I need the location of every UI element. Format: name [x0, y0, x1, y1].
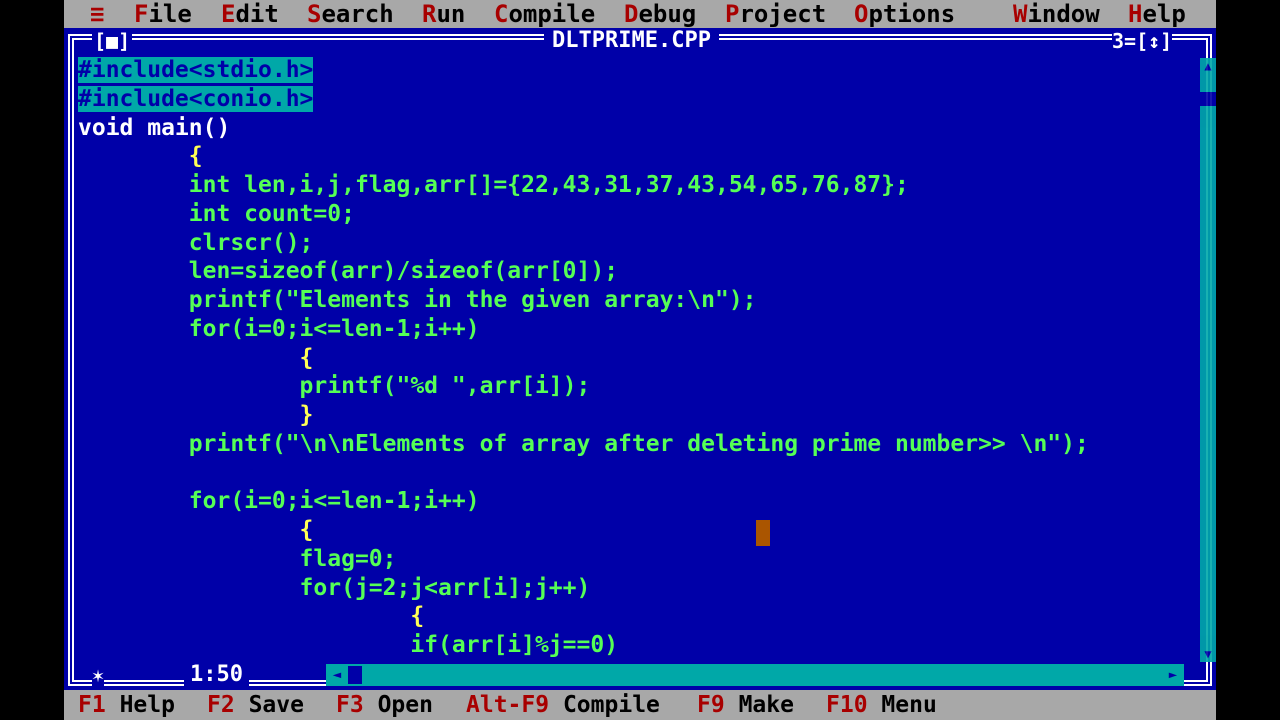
status-f3-open[interactable]: F3 Open — [336, 690, 433, 720]
scroll-right-icon[interactable]: ► — [1162, 664, 1184, 686]
system-menu-icon[interactable]: ≡ — [90, 0, 104, 28]
code-line-7: clrscr(); — [78, 230, 314, 256]
horizontal-scroll-thumb[interactable] — [348, 666, 362, 684]
window-close-button[interactable]: [■] — [92, 30, 133, 52]
status-altf9-compile[interactable]: Alt-F9 Compile — [466, 690, 660, 720]
code-line-6: int count=0; — [78, 201, 355, 227]
code-line-19: for(j=2;j<arr[i];j++) — [78, 575, 591, 601]
code-line-17: { — [78, 517, 314, 543]
menu-run[interactable]: Run — [422, 0, 465, 28]
code-line-18: flag=0; — [78, 546, 397, 572]
code-line-10: for(i=0;i<=len-1;i++) — [78, 316, 480, 342]
status-f9-make[interactable]: F9 Make — [697, 690, 794, 720]
menu-options[interactable]: Options — [854, 0, 955, 28]
menu-help[interactable]: Help — [1128, 0, 1186, 28]
code-line-8: len=sizeof(arr)/sizeof(arr[0]); — [78, 258, 619, 284]
scroll-up-icon[interactable]: ▲ — [1200, 58, 1216, 74]
code-line-4: { — [78, 143, 203, 169]
code-line-11: { — [78, 345, 314, 371]
modified-indicator-icon: ✶ — [92, 662, 105, 688]
scroll-down-icon[interactable]: ▼ — [1200, 646, 1216, 662]
cursor-position: 1:50 — [184, 662, 249, 688]
code-line-9: printf("Elements in the given array:\n")… — [78, 287, 757, 313]
window-title: DLTPRIME.CPP — [544, 28, 719, 54]
scroll-left-icon[interactable]: ◄ — [326, 664, 348, 686]
vertical-scroll-thumb[interactable] — [1200, 92, 1216, 106]
code-line-12: printf("%d ",arr[i]); — [78, 373, 591, 399]
menu-project[interactable]: Project — [725, 0, 826, 28]
code-line-13: } — [78, 402, 314, 428]
code-line-20: { — [78, 603, 425, 629]
menu-file[interactable]: File — [134, 0, 192, 28]
code-line-16: for(i=0;i<=len-1;i++) — [78, 488, 480, 514]
horizontal-scrollbar[interactable]: ◄ ► — [326, 664, 1184, 686]
code-line-14: printf("\n\nElements of array after dele… — [78, 431, 1089, 457]
status-f2-save[interactable]: F2 Save — [207, 690, 304, 720]
turbo-cpp-ide: ≡ File Edit Search Run Compile Debug Pro… — [64, 0, 1216, 720]
menu-debug[interactable]: Debug — [624, 0, 696, 28]
status-f10-menu[interactable]: F10 Menu — [826, 690, 937, 720]
code-line-2: #include<conio.h> — [78, 86, 314, 112]
code-line-5: int len,i,j,flag,arr[]={22,43,31,37,43,5… — [78, 172, 909, 198]
code-line-21: if(arr[i]%j==0) — [78, 632, 619, 658]
code-line-3: void main() — [78, 115, 231, 141]
menu-window[interactable]: Window — [1013, 0, 1100, 28]
code-line-1: #include<stdio.h> — [78, 57, 314, 83]
menu-search[interactable]: Search — [307, 0, 394, 28]
vertical-scrollbar[interactable]: ▲ ▼ — [1200, 58, 1216, 662]
text-cursor — [756, 520, 770, 546]
menu-compile[interactable]: Compile — [494, 0, 595, 28]
menu-bar: ≡ File Edit Search Run Compile Debug Pro… — [64, 0, 1216, 28]
code-editor[interactable]: #include<stdio.h> #include<conio.h> void… — [78, 56, 1198, 660]
status-f1-help[interactable]: F1 Help — [78, 690, 175, 720]
status-bar: F1 Help F2 Save F3 Open Alt-F9 Compile F… — [64, 690, 1216, 720]
window-number-zoom[interactable]: 3=[↕] — [1112, 30, 1173, 52]
menu-edit[interactable]: Edit — [221, 0, 279, 28]
